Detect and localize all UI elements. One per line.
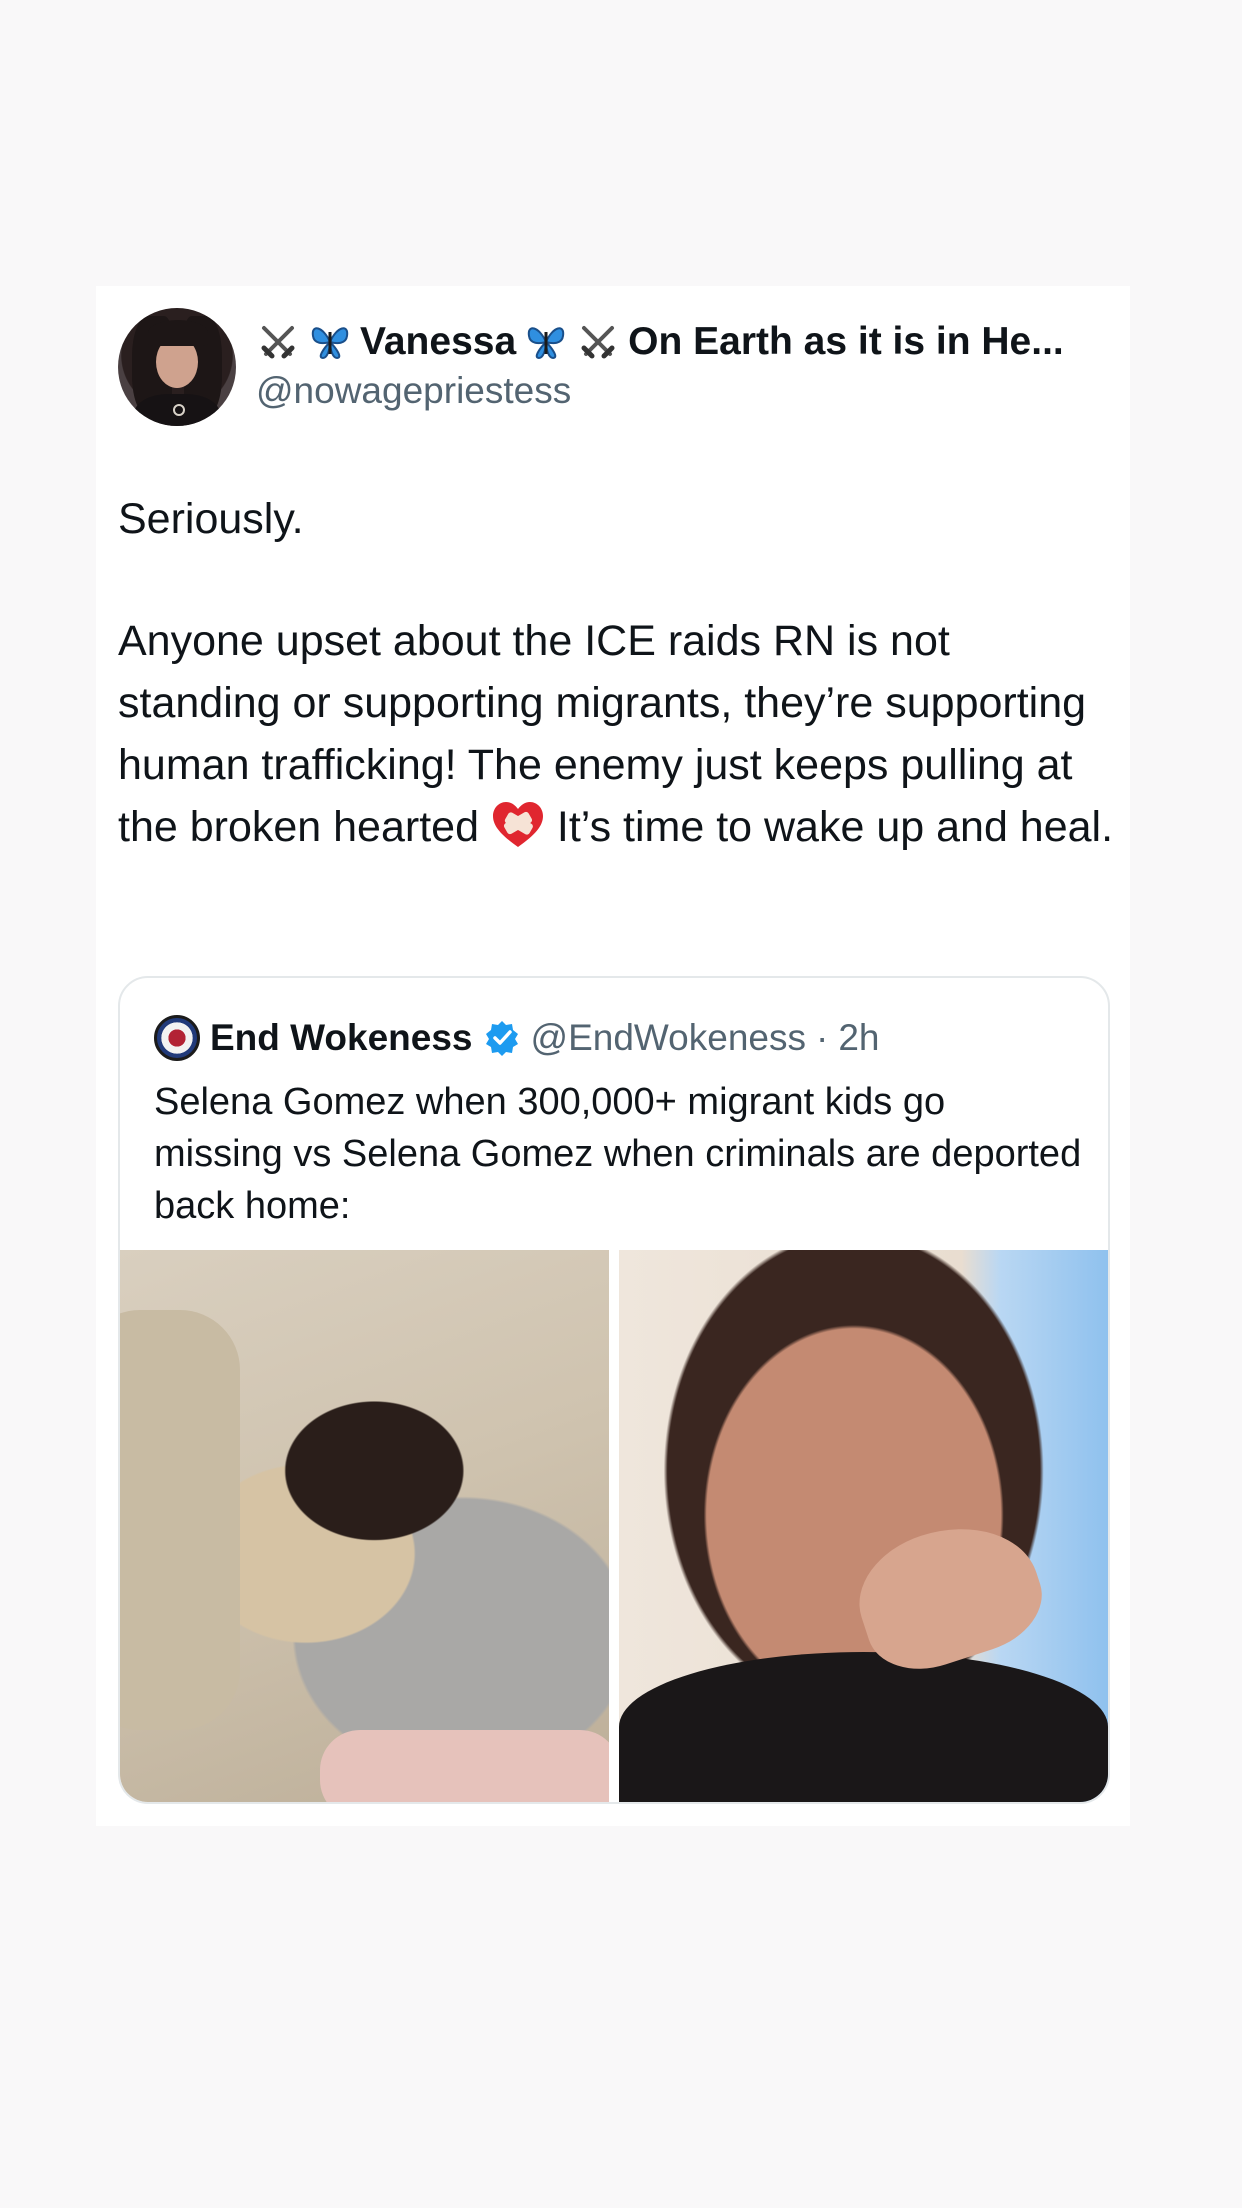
post-text: Seriously. Anyone upset about the ICE ra…: [118, 488, 1118, 858]
quoted-post-text: Selena Gomez when 300,000+ migrant kids …: [154, 1081, 1082, 1227]
photo-woman-cuddling-dog[interactable]: [120, 1250, 609, 1802]
post-card[interactable]: Vanessa On Earth as it is in He... @nowa…: [96, 286, 1130, 1826]
crossed-swords-icon: [256, 320, 300, 364]
display-name-tail: On Earth as it is in He...: [628, 320, 1064, 363]
post-text-line: Seriously.: [118, 495, 304, 543]
quoted-post[interactable]: End Wokeness @EndWokeness · 2h Selena Go…: [118, 976, 1110, 1804]
author-avatar[interactable]: [118, 308, 236, 426]
mending-heart-icon: [492, 802, 543, 847]
quoted-post-header: End Wokeness @EndWokeness · 2h: [154, 1012, 879, 1064]
separator-dot: ·: [815, 1017, 829, 1058]
butterfly-icon: [308, 320, 352, 364]
verified-badge-icon: [485, 1021, 518, 1056]
quoted-post-time[interactable]: 2h: [838, 1017, 879, 1059]
quoted-author-handle[interactable]: @EndWokeness: [531, 1017, 806, 1059]
author-display-name[interactable]: Vanessa On Earth as it is in He...: [256, 314, 1116, 370]
post-text-body: Anyone upset about the ICE raids RN is n…: [118, 610, 1118, 858]
author-handle[interactable]: @nowagepriestess: [256, 370, 571, 412]
quoted-author-name[interactable]: End Wokeness: [210, 1017, 473, 1059]
quoted-post-media: [120, 1250, 1108, 1802]
post-text-body-tail: It’s time to wake up and heal.: [544, 803, 1114, 851]
photo-woman-crying[interactable]: [619, 1250, 1108, 1802]
display-name-text: Vanessa: [360, 320, 517, 363]
butterfly-icon: [524, 320, 568, 364]
crossed-swords-icon: [576, 320, 620, 364]
quoted-author-avatar[interactable]: [154, 1015, 200, 1061]
